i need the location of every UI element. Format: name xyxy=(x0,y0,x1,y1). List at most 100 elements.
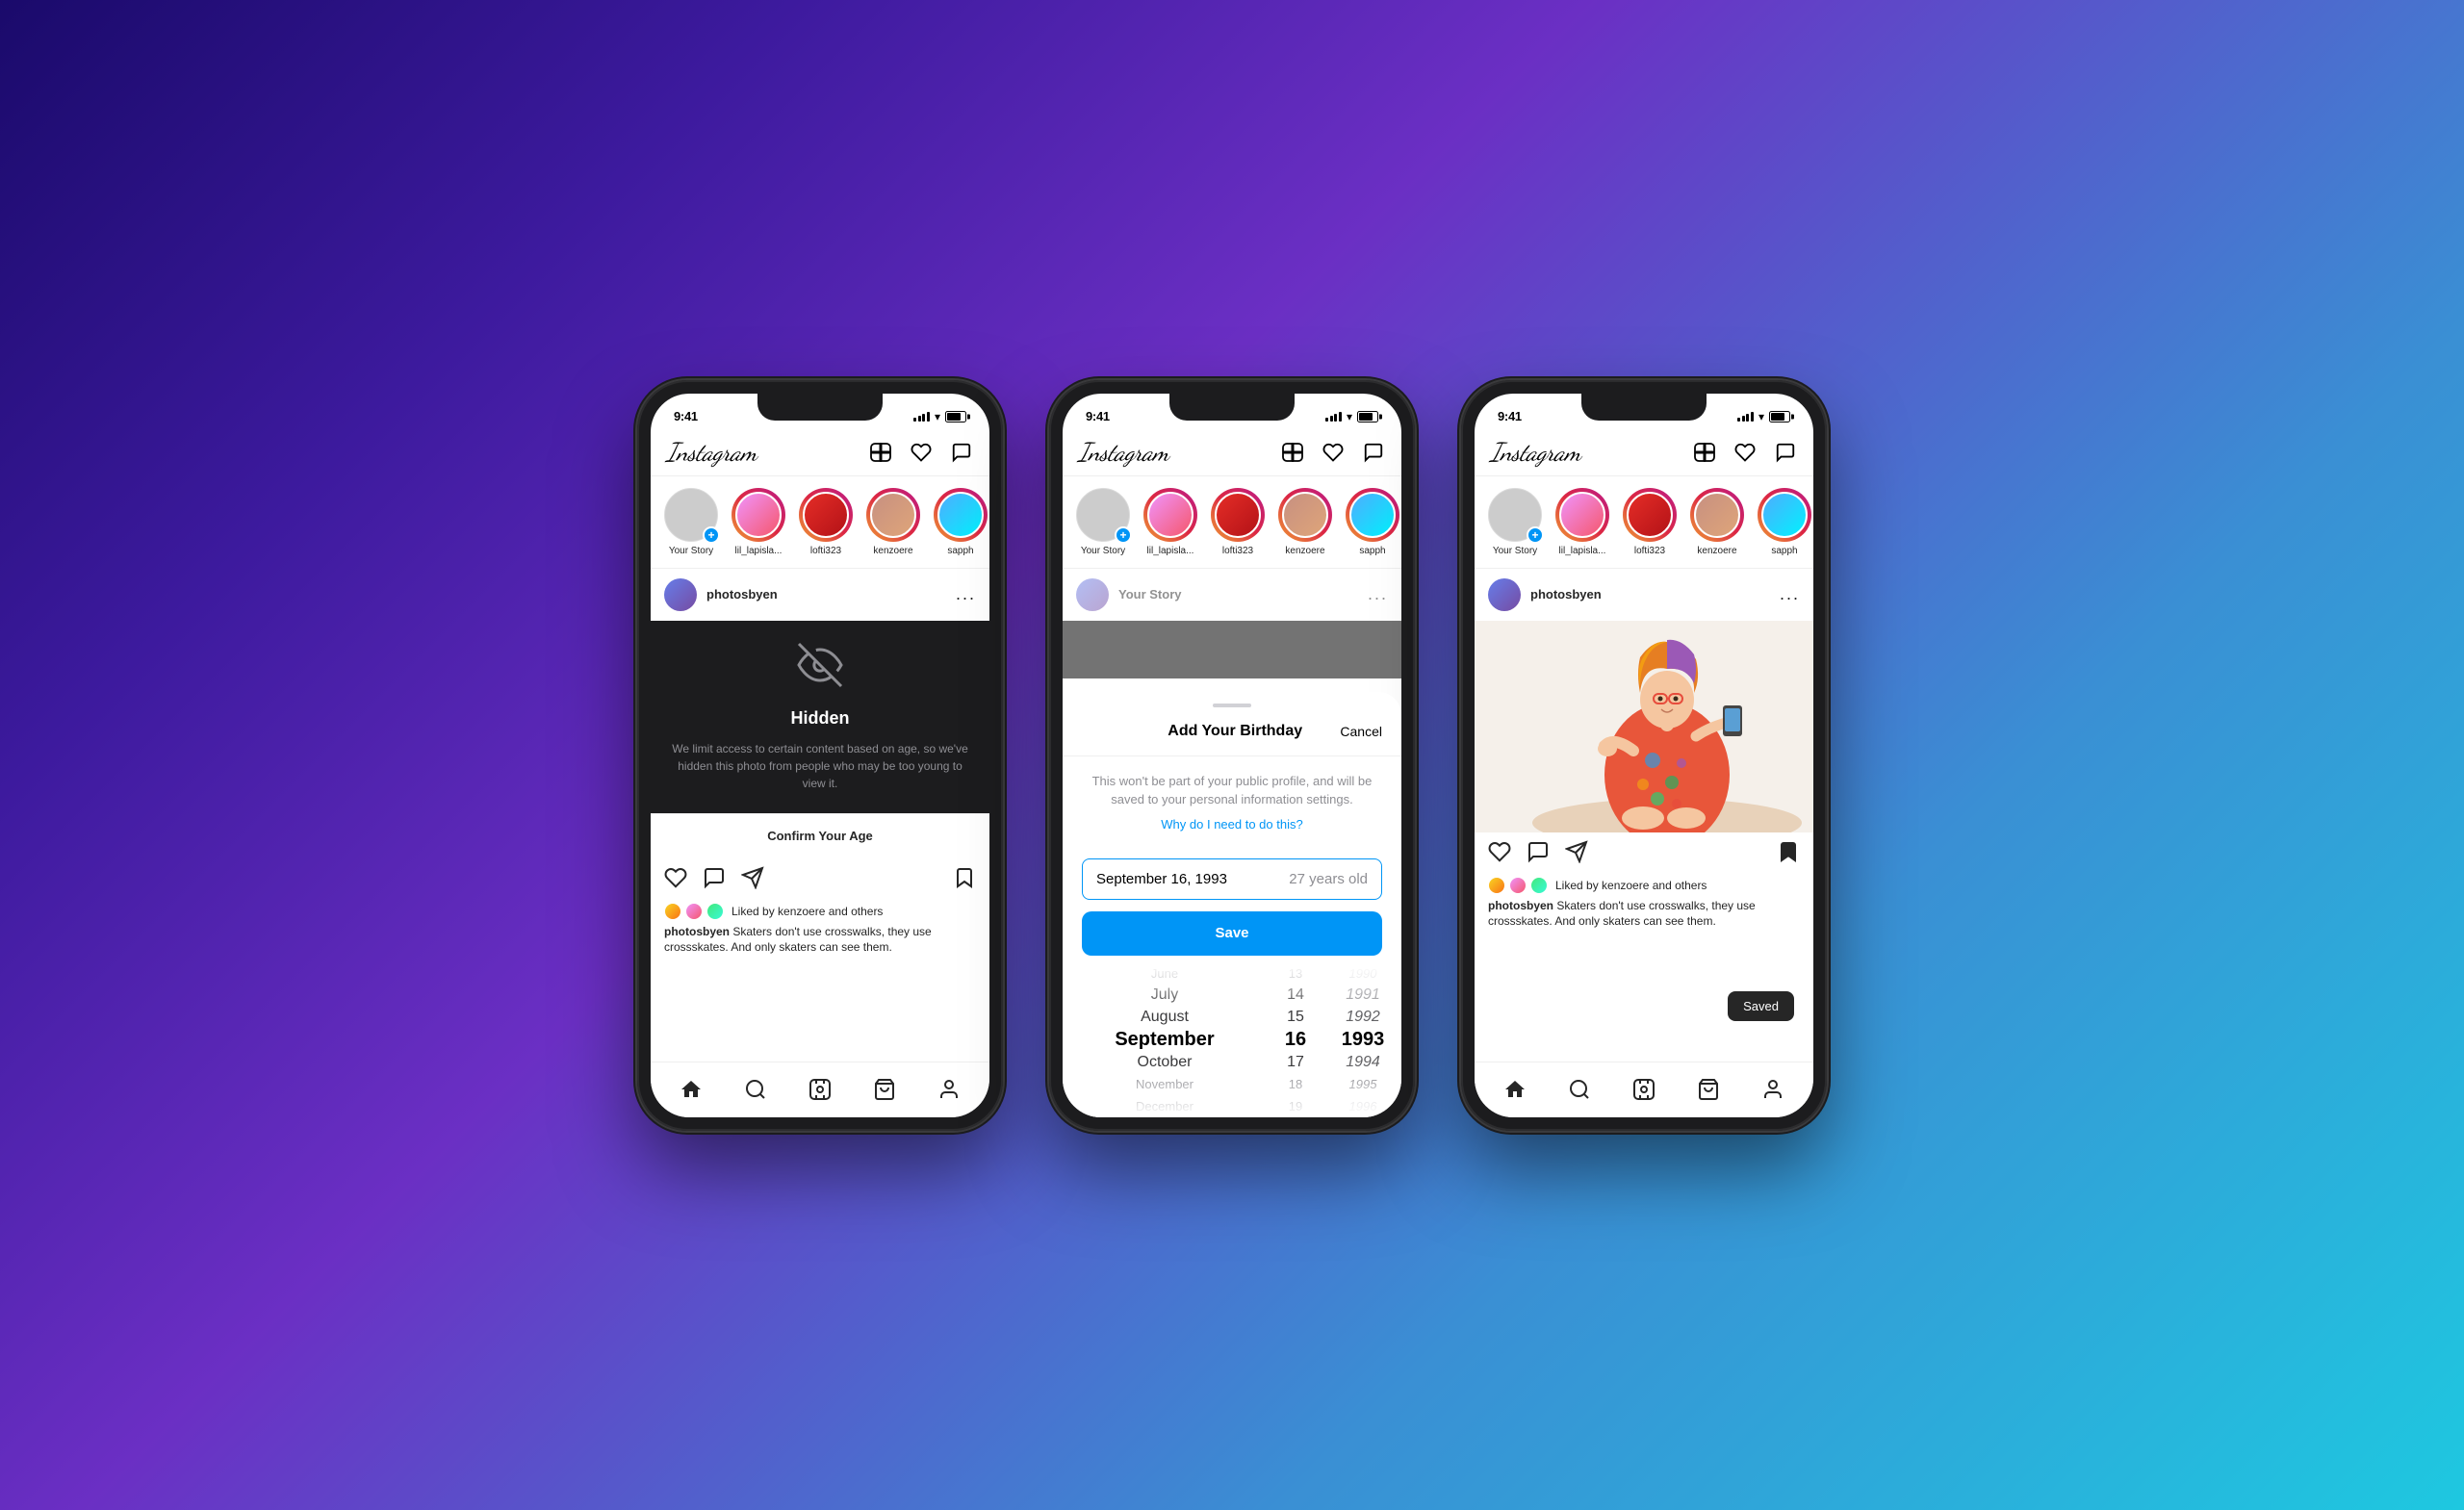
post-username-middle: Your Story xyxy=(1118,587,1358,601)
nav-profile-right[interactable] xyxy=(1752,1068,1794,1111)
save-button-text: Save xyxy=(1215,925,1248,941)
saved-toast: Saved xyxy=(1728,991,1794,1021)
saved-toast-text: Saved xyxy=(1743,999,1779,1013)
story-yours-left[interactable]: + Your Story xyxy=(664,488,718,556)
heart-icon-left[interactable] xyxy=(909,440,934,465)
story-2-middle[interactable]: lofti323 xyxy=(1211,488,1265,556)
post-header-middle: Your Story ... xyxy=(1063,569,1401,621)
signal-left xyxy=(913,412,930,422)
share-icon-right[interactable] xyxy=(1565,840,1588,869)
action-left-icons-right xyxy=(1488,840,1588,869)
date-value: September 16, 1993 xyxy=(1096,871,1227,887)
story-3-middle[interactable]: kenzoere xyxy=(1278,488,1332,556)
nav-reels-left[interactable] xyxy=(799,1068,841,1111)
share-icon-left[interactable] xyxy=(741,866,764,895)
picker-month-december: December xyxy=(1063,1095,1267,1116)
picker-month-june: June xyxy=(1063,963,1267,985)
story-1-right[interactable]: lil_lapisla... xyxy=(1555,488,1609,556)
nav-home-left[interactable] xyxy=(670,1068,712,1111)
story-2-left[interactable]: lofti323 xyxy=(799,488,853,556)
battery-middle xyxy=(1357,411,1378,422)
birthday-sheet: Add Your Birthday Cancel This won't be p… xyxy=(1063,692,1401,1117)
story-2-right[interactable]: lofti323 xyxy=(1623,488,1677,556)
stories-row-right: + Your Story lil_lapisla... lofti323 xyxy=(1475,476,1813,569)
story-1-left[interactable]: lil_lapisla... xyxy=(732,488,785,556)
story-1-middle[interactable]: lil_lapisla... xyxy=(1143,488,1197,556)
confirm-age-bar-left[interactable]: Confirm Your Age xyxy=(651,813,989,858)
date-input-row[interactable]: September 16, 1993 27 years old xyxy=(1082,858,1382,900)
story-label-3-right: kenzoere xyxy=(1689,546,1745,556)
ig-header-right: Instagram xyxy=(1475,434,1813,476)
heart-icon-right[interactable] xyxy=(1732,440,1758,465)
messenger-icon-left[interactable] xyxy=(949,440,974,465)
action-bar-right xyxy=(1475,832,1813,877)
picker-month-col[interactable]: June July August September October Novem… xyxy=(1063,963,1267,1117)
messenger-icon-right[interactable] xyxy=(1773,440,1798,465)
story-label-1-middle: lil_lapisla... xyxy=(1142,546,1198,556)
nav-profile-left[interactable] xyxy=(928,1068,970,1111)
phones-container: 9:41 ▾ Instagram xyxy=(637,380,1827,1131)
story-yours-middle[interactable]: + Your Story xyxy=(1076,488,1130,556)
story-label-yours-middle: Your Story xyxy=(1075,546,1131,556)
time-left: 9:41 xyxy=(674,409,698,423)
story-label-1-left: lil_lapisla... xyxy=(731,546,786,556)
story-3-left[interactable]: kenzoere xyxy=(866,488,920,556)
sheet-cancel-button[interactable]: Cancel xyxy=(1340,724,1382,739)
post-likes-left: Liked by kenzoere and others xyxy=(651,903,989,924)
plus-icon-middle[interactable] xyxy=(1280,440,1305,465)
story-4-right[interactable]: sapph xyxy=(1758,488,1811,556)
story-4-left[interactable]: sapph xyxy=(934,488,988,556)
picker-year-1991: 1991 xyxy=(1324,985,1401,1006)
action-left-icons xyxy=(664,866,764,895)
time-middle: 9:41 xyxy=(1086,409,1110,423)
picker-year-1990: 1990 xyxy=(1324,963,1401,985)
picker-year-col[interactable]: 1990 1991 1992 1993 1994 1995 1996 xyxy=(1324,963,1401,1117)
comment-icon-left[interactable] xyxy=(703,866,726,895)
nav-search-right[interactable] xyxy=(1558,1068,1601,1111)
like-icon-right[interactable] xyxy=(1488,840,1511,869)
bookmark-icon-left[interactable] xyxy=(953,866,976,895)
bookmark-icon-right[interactable] xyxy=(1777,840,1800,869)
messenger-icon-middle[interactable] xyxy=(1361,440,1386,465)
save-button[interactable]: Save xyxy=(1082,911,1382,956)
heart-icon-middle[interactable] xyxy=(1321,440,1346,465)
phone-left: 9:41 ▾ Instagram xyxy=(637,380,1003,1131)
phone-right-screen: 9:41 ▾ Instagram xyxy=(1475,394,1813,1117)
phone-right: 9:41 ▾ Instagram xyxy=(1461,380,1827,1131)
date-picker[interactable]: June July August September October Novem… xyxy=(1063,963,1401,1117)
nav-shop-right[interactable] xyxy=(1687,1068,1730,1111)
plus-icon-right[interactable] xyxy=(1692,440,1717,465)
like-icon-left[interactable] xyxy=(664,866,687,895)
comment-icon-right[interactable] xyxy=(1527,840,1550,869)
plus-icon-left[interactable] xyxy=(868,440,893,465)
story-3-right[interactable]: kenzoere xyxy=(1690,488,1744,556)
story-label-4-middle: sapph xyxy=(1345,546,1400,556)
nav-reels-right[interactable] xyxy=(1623,1068,1665,1111)
post-more-left[interactable]: ... xyxy=(956,584,976,604)
status-icons-middle: ▾ xyxy=(1325,410,1378,423)
notch-right xyxy=(1581,394,1707,421)
wifi-left: ▾ xyxy=(935,410,940,423)
picker-year-1992: 1992 xyxy=(1324,1006,1401,1027)
story-label-2-left: lofti323 xyxy=(798,546,854,556)
ig-header-icons-right xyxy=(1692,440,1798,465)
notch-middle xyxy=(1169,394,1295,421)
sheet-why-link[interactable]: Why do I need to do this? xyxy=(1063,813,1401,847)
story-label-yours-left: Your Story xyxy=(663,546,719,556)
nav-home-right[interactable] xyxy=(1494,1068,1536,1111)
likes-text-left: Liked by kenzoere and others xyxy=(732,905,883,918)
post-more-middle[interactable]: ... xyxy=(1368,584,1388,604)
stories-row-middle: + Your Story lil_lapisla... lofti323 xyxy=(1063,476,1401,569)
post-more-right[interactable]: ... xyxy=(1780,584,1800,604)
stories-row-left: + Your Story lil_lapisla... lofti323 xyxy=(651,476,989,569)
story-label-2-right: lofti323 xyxy=(1622,546,1678,556)
picker-day-col[interactable]: 13 14 15 16 17 18 19 xyxy=(1267,963,1324,1117)
nav-search-left[interactable] xyxy=(734,1068,777,1111)
notch-left xyxy=(757,394,883,421)
ig-header-icons-left xyxy=(868,440,974,465)
story-4-middle[interactable]: sapph xyxy=(1346,488,1399,556)
nav-shop-left[interactable] xyxy=(863,1068,906,1111)
post-header-right: photosbyen ... xyxy=(1475,569,1813,621)
story-yours-right[interactable]: + Your Story xyxy=(1488,488,1542,556)
wifi-middle: ▾ xyxy=(1347,410,1352,423)
